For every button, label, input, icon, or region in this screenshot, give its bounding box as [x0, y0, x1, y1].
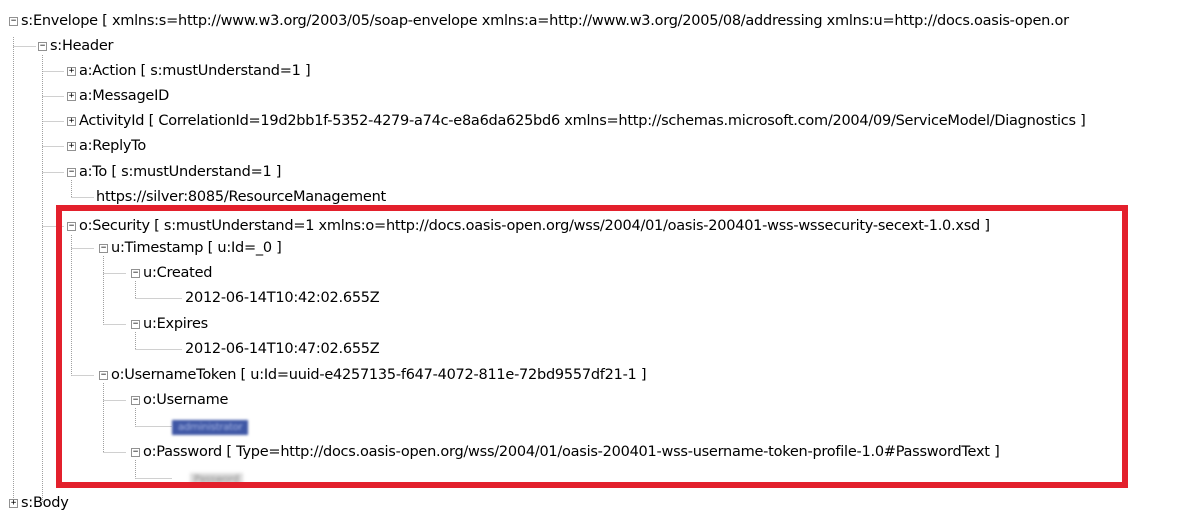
collapse-toggle-icon[interactable]: − [9, 17, 18, 26]
node-value: 2012-06-14T10:42:02.655Z [185, 290, 380, 306]
expand-toggle-icon[interactable]: + [67, 117, 76, 126]
collapse-toggle-icon[interactable]: − [99, 244, 108, 253]
node-label: s:Envelope [ xmlns:s=http://www.w3.org/2… [21, 13, 1069, 29]
node-label: a:ReplyTo [79, 138, 146, 154]
node-label: a:To [ s:mustUnderstand=1 ] [79, 164, 282, 180]
collapse-toggle-icon[interactable]: − [131, 269, 140, 278]
collapse-toggle-icon[interactable]: − [67, 222, 76, 231]
node-label: a:MessageID [79, 88, 170, 104]
blurred-node-value: Password [190, 473, 243, 486]
node-label: ActivityId [ CorrelationId=19d2bb1f-5352… [79, 113, 1086, 129]
collapse-toggle-icon[interactable]: − [131, 396, 140, 405]
expand-toggle-icon[interactable]: + [67, 142, 76, 151]
node-label: u:Expires [143, 316, 208, 332]
expand-toggle-icon[interactable]: + [67, 67, 76, 76]
collapse-toggle-icon[interactable]: − [131, 448, 140, 457]
node-value: 2012-06-14T10:47:02.655Z [185, 341, 380, 357]
collapse-toggle-icon[interactable]: − [99, 371, 108, 380]
expand-toggle-icon[interactable]: + [9, 499, 18, 508]
node-label: s:Header [50, 38, 114, 54]
collapse-toggle-icon[interactable]: − [131, 320, 140, 329]
xml-tree-view: − s:Envelope [ xmlns:s=http://www.w3.org… [0, 0, 1204, 516]
node-label: u:Created [143, 265, 213, 281]
collapse-toggle-icon[interactable]: − [38, 42, 47, 51]
expand-toggle-icon[interactable]: + [67, 92, 76, 101]
node-label: o:Security [ s:mustUnderstand=1 xmlns:o=… [79, 218, 990, 234]
node-label: s:Body [21, 495, 69, 511]
collapse-toggle-icon[interactable]: − [67, 168, 76, 177]
node-label: o:Password [ Type=http://docs.oasis-open… [143, 444, 1000, 460]
selected-node-value: administrator [172, 420, 249, 435]
node-label: o:UsernameToken [ u:Id=uuid-e4257135-f64… [111, 367, 647, 383]
node-label: a:Action [ s:mustUnderstand=1 ] [79, 63, 311, 79]
node-value: https://silver:8085/ResourceManagement [96, 189, 386, 205]
node-label: u:Timestamp [ u:Id=_0 ] [111, 240, 282, 256]
node-label: o:Username [143, 392, 229, 408]
